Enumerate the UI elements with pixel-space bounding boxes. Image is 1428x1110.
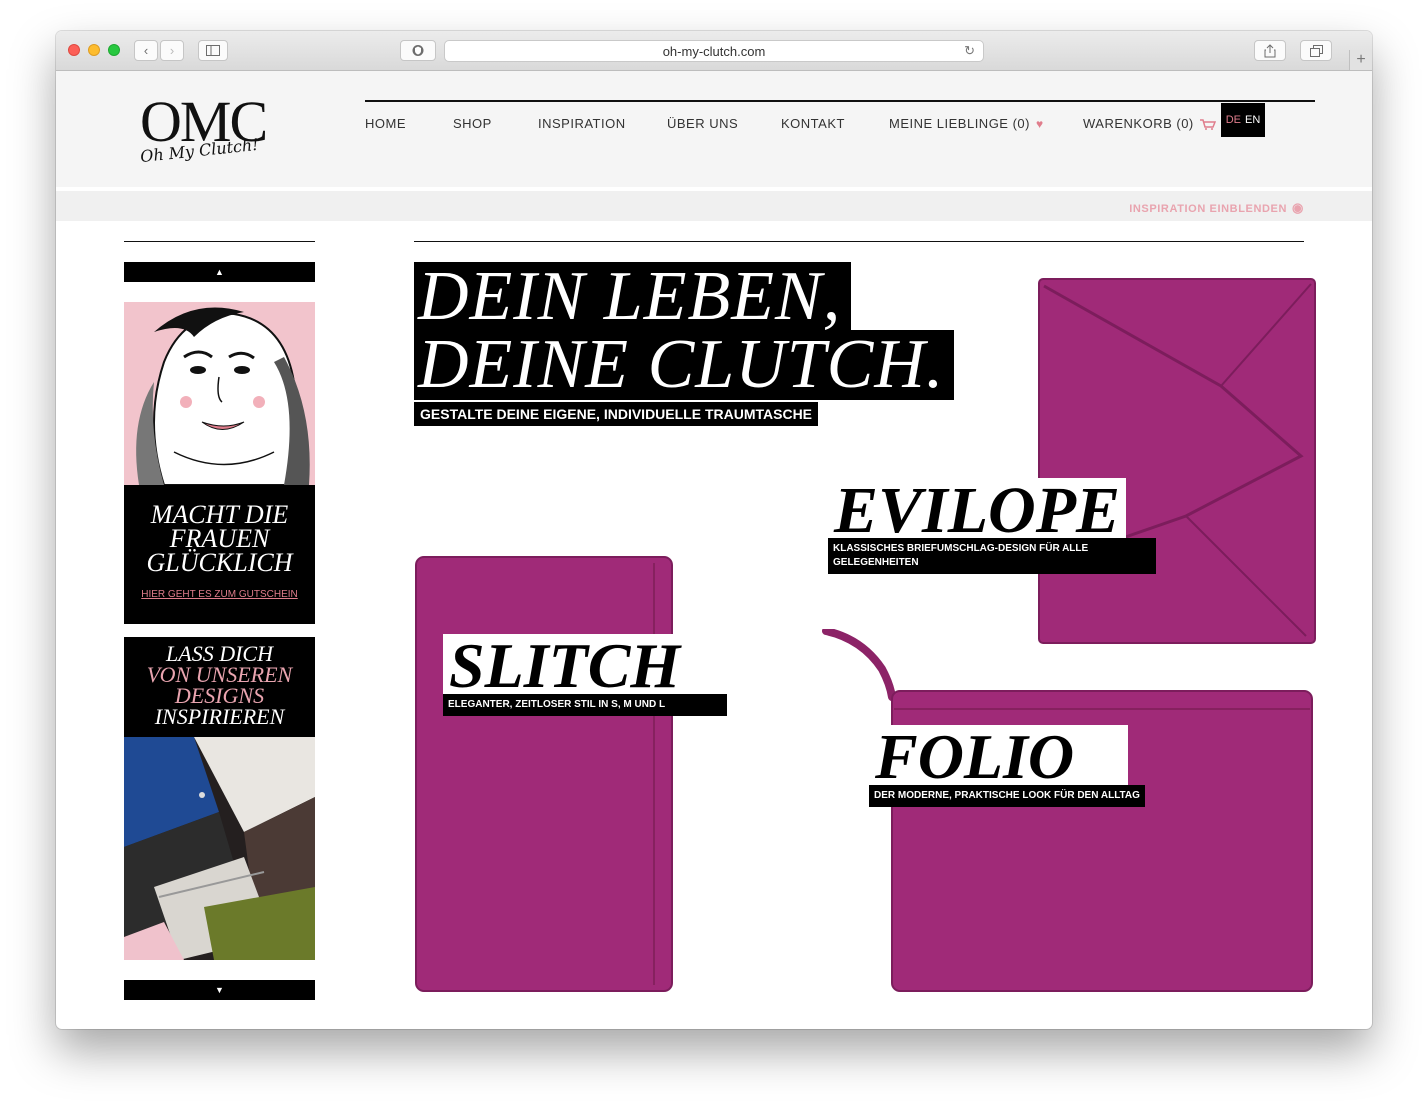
share-button[interactable] [1254,40,1286,61]
sidebar-scroll-down-button[interactable]: ▼ [124,980,315,1000]
inspiration-promo-title: LASS DICH VON UNSEREN DESIGNS INSPIRIERE… [124,641,315,729]
inspiration-title-line: LASS DICH [166,641,273,666]
close-window-button[interactable] [68,44,80,56]
voucher-promo-title: MACHT DIE FRAUEN GLÜCKLICH [124,502,315,577]
back-icon: ‹ [143,43,149,58]
hero-headline-line-2: DEINE CLUTCH. [414,330,955,400]
voucher-promo[interactable]: MACHT DIE FRAUEN GLÜCKLICH HIER GEHT ES … [124,302,315,624]
sidebar-icon [206,45,220,56]
voucher-title-line: GLÜCKLICH [146,548,293,577]
nav-cart-label: WARENKORB (0) [1083,116,1194,131]
inspiration-toggle[interactable]: INSPIRATION EINBLENDEN ◉ [1129,200,1304,216]
nav-inspiration[interactable]: INSPIRATION [538,116,626,131]
cart-icon [1199,119,1216,131]
eye-icon: ◉ [1292,200,1304,215]
folio-description: DER MODERNE, PRAKTISCHE LOOK FÜR DEN ALL… [869,785,1145,807]
slitch-description: ELEGANTER, ZEITLOSER STIL IN S, M UND L [443,694,727,716]
arrow-up-icon: ▲ [215,267,224,277]
forward-icon: › [169,43,175,58]
nav-ueber-uns[interactable]: ÜBER UNS [667,116,738,131]
folio-title[interactable]: FOLIO [869,725,1128,789]
nav-home[interactable]: HOME [365,116,406,131]
lang-de[interactable]: DE [1226,114,1241,126]
clutch-collage-image [124,737,315,960]
voucher-promo-text: MACHT DIE FRAUEN GLÜCKLICH HIER GEHT ES … [124,485,315,624]
sidebar-divider [124,241,315,242]
plus-icon[interactable]: + [1349,50,1372,70]
slitch-bag-image[interactable] [414,555,676,995]
inspiration-toggle-label: INSPIRATION EINBLENDEN [1129,203,1288,215]
hero-subheadline: GESTALTE DEINE EIGENE, INDIVIDUELLE TRAU… [414,402,819,426]
folio-bag-image[interactable] [822,629,1318,995]
main-divider [414,241,1304,242]
tabs-overview-button[interactable] [1300,40,1332,61]
nav-shop[interactable]: SHOP [453,116,492,131]
shield-icon [412,45,424,56]
inspiration-promo[interactable]: LASS DICH VON UNSEREN DESIGNS INSPIRIERE… [124,637,315,960]
inspiration-title-line: INSPIRIEREN [154,704,285,729]
evilope-title[interactable]: EVILOPE [828,478,1127,544]
inspiration-title-line: DESIGNS [174,683,265,708]
voucher-link[interactable]: HIER GEHT ES ZUM GUTSCHEIN [124,589,315,600]
nav-cart[interactable]: WARENKORB (0) [1083,116,1216,131]
privacy-button[interactable] [400,40,436,61]
back-button[interactable]: ‹ [134,40,158,61]
reload-icon[interactable]: ↻ [964,43,975,59]
zoom-window-button[interactable] [108,44,120,56]
heart-icon: ♥ [1035,117,1044,131]
arrow-down-icon: ▼ [215,985,224,995]
browser-window: ‹ › oh-my-clutch.com ↻ + OMC Oh My Clutc… [56,31,1372,1029]
slitch-title[interactable]: SLITCH [443,634,715,698]
url-text: oh-my-clutch.com [662,43,766,59]
forward-button[interactable]: › [160,40,184,61]
address-bar[interactable]: oh-my-clutch.com ↻ [444,40,984,62]
tabs-icon [1309,44,1323,57]
nav-divider [365,100,1315,102]
evilope-description: KLASSISCHES BRIEFUMSCHLAG-DESIGN FÜR ALL… [828,538,1156,574]
evilope-bag-image[interactable] [1036,276,1318,648]
inspiration-bar: INSPIRATION EINBLENDEN ◉ [56,191,1372,221]
site-header: OMC Oh My Clutch! HOME SHOP INSPIRATION … [56,71,1372,187]
hero-headline-line-1: DEIN LEBEN, [414,262,852,332]
lang-en[interactable]: EN [1245,114,1260,126]
inspiration-title-line: VON UNSEREN [146,662,293,687]
language-switcher: DE EN [1221,103,1265,137]
sidebar-scroll-up-button[interactable]: ▲ [124,262,315,282]
site-logo[interactable]: OMC Oh My Clutch! [139,93,310,173]
share-icon [1264,43,1276,57]
browser-toolbar: ‹ › oh-my-clutch.com ↻ + [56,31,1372,71]
nav-kontakt[interactable]: KONTAKT [781,116,845,131]
nav-favorites-label: MEINE LIEBLINGE (0) [889,116,1030,131]
nav-favorites[interactable]: MEINE LIEBLINGE (0) ♥ [889,116,1044,131]
woman-illustration [124,302,315,485]
minimize-window-button[interactable] [88,44,100,56]
sidebar-toggle-button[interactable] [198,40,228,61]
